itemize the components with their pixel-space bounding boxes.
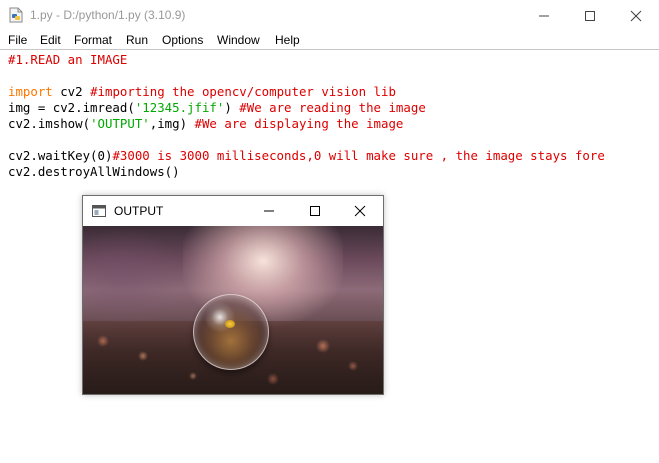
- menu-options[interactable]: Options: [162, 33, 203, 47]
- code-text: cv2.waitKey(0): [8, 148, 113, 163]
- code-line-3: import cv2 #importing the opencv/compute…: [8, 84, 396, 100]
- code-comment: #1.READ an IMAGE: [8, 52, 128, 67]
- code-comment: #3000 is 3000 milliseconds,0 will make s…: [112, 148, 605, 163]
- minimize-icon: [539, 15, 549, 16]
- code-text: ,img): [149, 116, 195, 131]
- menu-run[interactable]: Run: [126, 33, 148, 47]
- menu-file[interactable]: File: [8, 33, 27, 47]
- menu-format[interactable]: Format: [74, 33, 112, 47]
- output-window-title: OUTPUT: [114, 204, 164, 218]
- output-image: [83, 226, 383, 394]
- code-text: cv2.imshow(: [8, 116, 91, 131]
- code-text: img = cv2.imread(: [8, 100, 135, 115]
- menu-edit[interactable]: Edit: [40, 33, 61, 47]
- output-window[interactable]: OUTPUT: [82, 195, 384, 395]
- menu-window[interactable]: Window: [217, 33, 260, 47]
- close-icon: [630, 10, 642, 21]
- close-button[interactable]: [613, 0, 659, 31]
- code-line-8: cv2.destroyAllWindows(): [8, 164, 180, 180]
- code-comment: #importing the opencv/computer vision li…: [90, 84, 396, 99]
- menu-help[interactable]: Help: [275, 33, 300, 47]
- maximize-button[interactable]: [567, 0, 613, 31]
- minimize-button[interactable]: [521, 0, 567, 31]
- output-maximize-button[interactable]: [292, 196, 338, 226]
- maximize-icon: [585, 10, 595, 21]
- code-text: cv2: [52, 84, 91, 99]
- code-string: 'OUTPUT': [90, 116, 150, 131]
- window-title: 1.py - D:/python/1.py (3.10.9): [30, 8, 186, 22]
- output-minimize-button[interactable]: [246, 196, 292, 226]
- maximize-icon: [310, 206, 320, 216]
- code-line-5: cv2.imshow('OUTPUT',img) #We are display…: [8, 116, 403, 132]
- code-comment: #We are reading the image: [239, 100, 426, 115]
- code-line-7: cv2.waitKey(0)#3000 is 3000 milliseconds…: [8, 148, 605, 164]
- image-glass-sphere: [193, 294, 269, 370]
- image-sprout: [225, 320, 235, 328]
- title-bar: 1.py - D:/python/1.py (3.10.9): [0, 0, 659, 31]
- code-text: cv2.destroyAllWindows(): [8, 164, 180, 179]
- python-file-icon: [9, 7, 23, 23]
- code-keyword: import: [8, 84, 53, 99]
- menu-bar: File Edit Format Run Options Window Help: [0, 31, 659, 50]
- output-title-bar[interactable]: OUTPUT: [83, 196, 383, 226]
- window-icon: [92, 205, 106, 217]
- image-haze: [83, 226, 183, 326]
- code-string: '12345.jfif': [134, 100, 225, 115]
- close-icon: [354, 205, 366, 217]
- code-text: ): [224, 100, 240, 115]
- code-line-4: img = cv2.imread('12345.jfif') #We are r…: [8, 100, 426, 116]
- minimize-icon: [264, 210, 274, 212]
- code-line-1: #1.READ an IMAGE: [8, 52, 127, 68]
- output-close-button[interactable]: [337, 196, 383, 226]
- code-comment: #We are displaying the image: [194, 116, 404, 131]
